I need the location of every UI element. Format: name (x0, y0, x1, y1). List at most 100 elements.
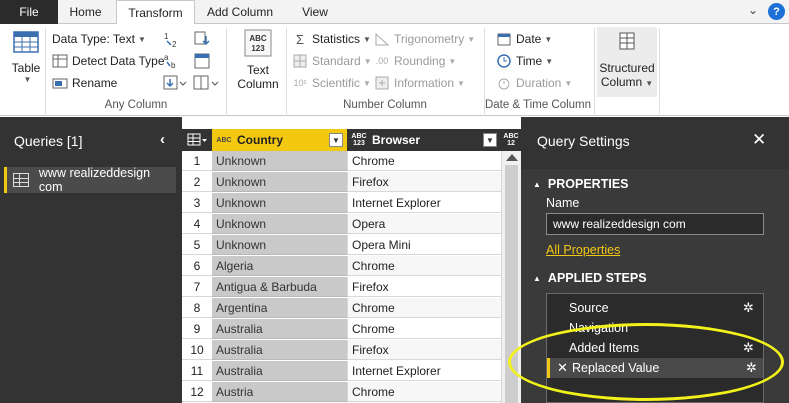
standard-dropdown[interactable]: Standard ▼ (292, 51, 372, 71)
row-number: 6 (182, 256, 212, 276)
chevron-down-icon: ▼ (564, 78, 573, 88)
trigonometry-dropdown[interactable]: Trigonometry ▼ (374, 29, 475, 49)
structured-column-icon (612, 27, 642, 57)
table-row[interactable]: 10 Australia Firefox (182, 340, 521, 361)
query-item-label: www realizeddesign com (38, 166, 151, 194)
column-filter-dropdown-icon[interactable]: ▼ (483, 133, 497, 147)
applied-steps-section-header[interactable]: ▲ APPLIED STEPS (533, 271, 647, 285)
cell-browser[interactable]: Chrome (347, 151, 501, 171)
text-column-button[interactable]: ABC 123 Text Column (232, 27, 284, 91)
chevron-down-icon: ▼ (363, 34, 371, 44)
svg-text:ABC: ABC (249, 34, 267, 43)
column-header-next[interactable]: ABC 12 (501, 129, 521, 151)
tab-transform[interactable]: Transform (116, 0, 195, 25)
pivot-column-icon[interactable] (193, 52, 211, 70)
row-number: 8 (182, 298, 212, 318)
table-row[interactable]: 2 Unknown Firefox (182, 172, 521, 193)
table-row[interactable]: 8 Argentina Chrome (182, 298, 521, 319)
cell-country[interactable]: Unknown (212, 151, 347, 171)
table-row[interactable]: 1 Unknown Chrome (182, 151, 521, 172)
column-header-browser-label: Browser (372, 133, 421, 147)
table-row[interactable]: 5 Unknown Opera Mini (182, 235, 521, 256)
table-row[interactable]: 4 Unknown Opera (182, 214, 521, 235)
unpivot-columns-icon[interactable] (193, 74, 219, 92)
cell-browser[interactable]: Internet Explorer (347, 193, 501, 213)
cell-country[interactable]: Unknown (212, 172, 347, 192)
fill-icon[interactable] (193, 30, 211, 48)
cell-browser[interactable]: Chrome (347, 256, 501, 276)
cell-country[interactable]: Austria (212, 382, 347, 402)
duration-dropdown[interactable]: Duration ▼ (496, 73, 572, 93)
cell-country[interactable]: Unknown (212, 214, 347, 234)
scientific-dropdown[interactable]: 10² Scientific ▼ (292, 73, 370, 93)
cell-country[interactable]: Australia (212, 340, 347, 360)
step-label: Source (569, 301, 609, 315)
cell-country[interactable]: Australia (212, 319, 347, 339)
move-down-icon[interactable] (163, 74, 187, 92)
text-column-icon: ABC 123 (242, 27, 274, 59)
table-row[interactable]: 6 Algeria Chrome (182, 256, 521, 277)
cell-browser[interactable]: Opera (347, 214, 501, 234)
scroll-up-arrow-icon[interactable] (506, 154, 518, 161)
help-icon[interactable]: ? (768, 3, 785, 20)
detect-data-type-button[interactable]: Detect Data Type (52, 51, 165, 71)
cell-browser[interactable]: Chrome (347, 319, 501, 339)
cell-browser[interactable]: Firefox (347, 172, 501, 192)
rename-label: Rename (72, 76, 118, 90)
properties-section-header[interactable]: ▲ PROPERTIES (533, 177, 629, 191)
information-dropdown[interactable]: Information ▼ (374, 73, 465, 93)
column-header-country[interactable]: ABC Country ▼ (212, 129, 347, 151)
table-row[interactable]: 3 Unknown Internet Explorer (182, 193, 521, 214)
replace-values-icon[interactable]: 12 (163, 30, 181, 49)
time-dropdown[interactable]: Time ▼ (496, 51, 553, 71)
cell-browser[interactable]: Chrome (347, 298, 501, 318)
sort-ab-icon[interactable]: ab (163, 52, 181, 70)
table-row[interactable]: 12 Austria Chrome (182, 382, 521, 403)
grid-corner-table-menu[interactable] (182, 129, 212, 151)
cell-country[interactable]: Algeria (212, 256, 347, 276)
all-properties-link[interactable]: All Properties (546, 243, 620, 257)
information-icon (374, 75, 390, 91)
cell-country[interactable]: Australia (212, 361, 347, 381)
gear-icon[interactable]: ✲ (743, 300, 754, 316)
query-item[interactable]: www realizeddesign com (4, 166, 176, 194)
cell-browser[interactable]: Firefox (347, 340, 501, 360)
ribbon-collapse-chevron-icon[interactable]: ⌄ (748, 3, 758, 17)
cell-country[interactable]: Unknown (212, 193, 347, 213)
structured-column-button[interactable]: Structured Column ▼ (597, 27, 657, 97)
step-source[interactable]: Source ✲ (547, 298, 763, 318)
cell-country[interactable]: Unknown (212, 235, 347, 255)
tab-home[interactable]: Home (58, 0, 113, 24)
table-row[interactable]: 9 Australia Chrome (182, 319, 521, 340)
column-header-country-label: Country (237, 133, 283, 147)
calendar-icon (496, 31, 512, 47)
cell-browser[interactable]: Opera Mini (347, 235, 501, 255)
ribbon-separator (594, 28, 595, 114)
date-dropdown[interactable]: Date ▼ (496, 29, 552, 49)
trigonometry-label: Trigonometry (394, 32, 465, 46)
table-button[interactable]: Table ▼ (8, 27, 44, 84)
rename-button[interactable]: Rename (52, 73, 117, 93)
cell-browser[interactable]: Firefox (347, 277, 501, 297)
data-type-dropdown[interactable]: Data Type: Text ▼ (52, 29, 146, 49)
column-filter-dropdown-icon[interactable]: ▼ (329, 133, 343, 147)
query-name-input[interactable]: www realizeddesign com (546, 213, 764, 235)
rounding-dropdown[interactable]: .00 Rounding ▼ (374, 51, 457, 71)
structured-column-label-line1: Structured (599, 61, 655, 75)
close-icon[interactable]: ✕ (752, 130, 766, 150)
statistics-dropdown[interactable]: Σ Statistics ▼ (292, 29, 371, 49)
column-header-browser[interactable]: ABC 123 Browser ▼ (347, 129, 501, 151)
number-column-group-label: Number Column (343, 99, 427, 111)
cell-browser[interactable]: Chrome (347, 382, 501, 402)
chevron-down-icon: ▼ (544, 34, 553, 44)
cell-country[interactable]: Argentina (212, 298, 347, 318)
tab-view[interactable]: View (287, 0, 343, 24)
table-row[interactable]: 11 Australia Internet Explorer (182, 361, 521, 382)
cell-country[interactable]: Antigua & Barbuda (212, 277, 347, 297)
rename-icon (52, 75, 68, 91)
tab-file[interactable]: File (0, 0, 58, 24)
table-row[interactable]: 7 Antigua & Barbuda Firefox (182, 277, 521, 298)
collapse-chevron-left-icon[interactable]: ‹ (160, 131, 165, 148)
tab-add-column[interactable]: Add Column (197, 0, 283, 24)
cell-browser[interactable]: Internet Explorer (347, 361, 501, 381)
